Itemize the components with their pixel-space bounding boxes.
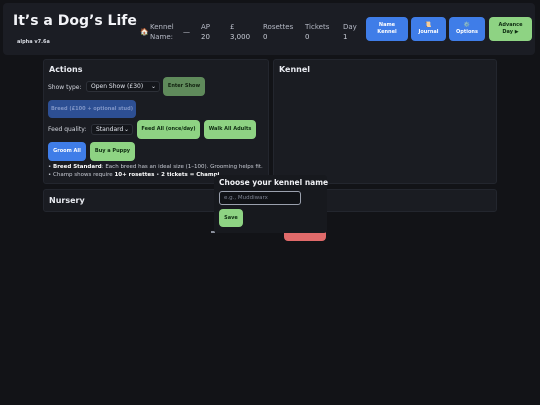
kennel-name-value: — — [183, 28, 190, 36]
app-title: It’s a Dog’s Life — [13, 13, 137, 29]
champ-note-pre: Champ shows require — [53, 172, 115, 178]
kennel-panel: Kennel — [273, 59, 497, 184]
chevron-down-icon: ⌄ — [123, 126, 129, 133]
kennel-title: Kennel — [279, 65, 311, 74]
show-type-select[interactable]: Open Show (£30) ⌄ — [86, 81, 160, 92]
show-type-value: Open Show (£30) — [91, 83, 144, 90]
groom-all-button[interactable]: Groom All — [48, 142, 86, 161]
walk-all-adults-button[interactable]: Walk All Adults — [204, 120, 256, 139]
rosettes-stat: Rosettes 0 — [263, 22, 293, 42]
kennel-name-stat: 🏠 Kennel Name: — [140, 22, 174, 42]
day-label: Day — [343, 23, 357, 31]
ap-stat: AP 20 — [201, 22, 210, 42]
feed-all-button[interactable]: Feed All (once/day) — [137, 120, 200, 139]
rosettes-label: Rosettes — [263, 23, 294, 31]
name-kennel-button[interactable]: Name Kennel — [366, 17, 408, 41]
house-icon: 🏠 — [140, 28, 149, 36]
options-label: Options — [456, 29, 478, 35]
feed-quality-value: Standard — [96, 126, 124, 133]
kennel-name-modal: Choose your kennel name e.g., Muddiwarx … — [214, 175, 329, 233]
chevron-down-icon: ⌄ — [150, 83, 156, 90]
breed-standard-note: • Breed Standard: Each breed has an idea… — [48, 164, 263, 170]
tickets-stat: Tickets 0 — [305, 22, 329, 42]
options-button[interactable]: ⚙️ Options — [449, 17, 485, 41]
breed-button[interactable]: Breed (£100 + optional stud) — [48, 100, 136, 118]
top-bar: It’s a Dog’s Life alpha v7.6a 🏠 Kennel N… — [3, 3, 535, 55]
buy-puppy-button[interactable]: Buy a Puppy — [90, 142, 135, 161]
breed-standard-bold: Breed Standard — [53, 164, 102, 170]
actions-panel: Actions Show type: Open Show (£30) ⌄ Ent… — [43, 59, 269, 184]
modal-title: Choose your kennel name — [219, 178, 329, 187]
show-type-label: Show type: — [48, 84, 82, 91]
champ-note-tickets: 2 tickets = Champi — [161, 172, 220, 178]
tickets-label: Tickets — [305, 23, 330, 31]
feed-quality-label: Feed quality: — [48, 126, 87, 133]
gear-icon: ⚙️ — [463, 22, 471, 28]
rosettes-value: 0 — [263, 33, 268, 41]
journal-button[interactable]: 📜 Journal — [411, 17, 446, 41]
money-label: £ — [230, 23, 235, 31]
money-value: 3,000 — [230, 33, 251, 41]
advance-day-button[interactable]: Advance Day ▶ — [489, 17, 532, 41]
champ-note-rosettes: 10+ rosettes — [114, 172, 155, 178]
version-label: alpha v7.6a — [17, 39, 50, 45]
kennel-name-input[interactable]: e.g., Muddiwarx — [219, 191, 301, 205]
ap-label: AP — [201, 23, 211, 31]
enter-show-button[interactable]: Enter Show — [163, 77, 205, 96]
save-button[interactable]: Save — [219, 209, 243, 227]
breed-standard-text: : Each breed has an ideal size (1–100). … — [101, 164, 263, 170]
tickets-value: 0 — [305, 33, 310, 41]
advance-day-line1: Advance — [498, 22, 523, 28]
day-stat: Day 1 — [343, 22, 357, 42]
name-kennel-line1: Name — [378, 22, 396, 28]
money-stat: £ 3,000 — [230, 22, 250, 42]
scroll-icon: 📜 — [425, 22, 432, 28]
nursery-title: Nursery — [49, 196, 85, 205]
day-value: 1 — [343, 33, 348, 41]
ap-value: 20 — [201, 33, 210, 41]
feed-quality-select[interactable]: Standard ⌄ — [91, 124, 133, 135]
name-kennel-line2: Kennel — [377, 29, 397, 35]
advance-day-line2: Day ▶ — [502, 29, 519, 35]
journal-label: Journal — [418, 29, 439, 35]
actions-title: Actions — [49, 65, 83, 74]
